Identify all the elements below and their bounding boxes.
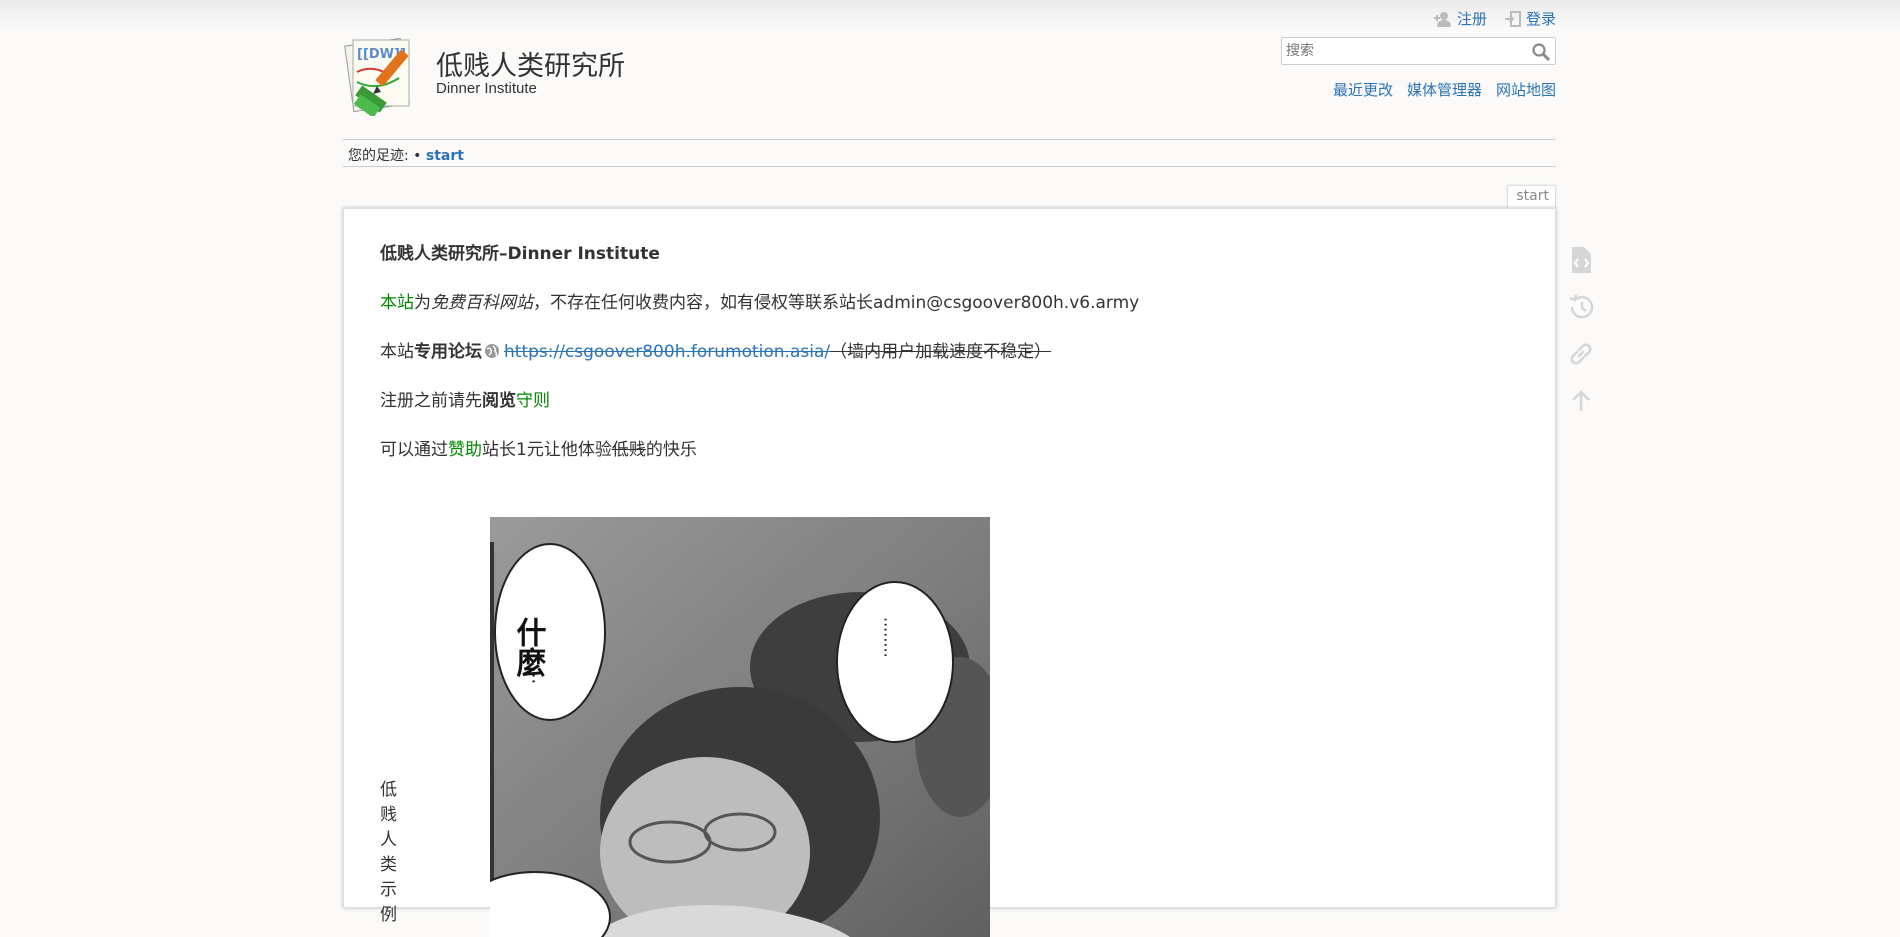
- login-icon: [1504, 10, 1521, 27]
- bubble-left-dots: ...: [528, 667, 549, 684]
- forum-external-link[interactable]: https://csgoover800h.forumotion.asia/: [504, 342, 830, 362]
- p2-note: （墙内用户加载速度不稳定）: [830, 342, 1052, 362]
- image-caption: 低贱人类示例: [380, 780, 397, 925]
- p4-strike: 低贱: [611, 440, 646, 460]
- breadcrumb-label: 您的足迹:: [348, 148, 409, 164]
- paragraph-free-site: 本站为免费百科网站，不存在任何收费内容，如有侵权等联系站长admin@csgoo…: [380, 288, 1139, 313]
- site-title[interactable]: 低贱人类研究所: [436, 44, 625, 83]
- backlinks-button[interactable]: [1566, 339, 1596, 369]
- p4-text3: 的快乐: [645, 440, 697, 460]
- back-to-top-icon: [1572, 390, 1590, 411]
- page-id-tab: start: [1507, 185, 1556, 208]
- p1-italic: 免费百科网站: [431, 293, 533, 313]
- login-label: 登录: [1525, 10, 1556, 28]
- old-revisions-button[interactable]: [1566, 292, 1596, 322]
- breadcrumb-start-link[interactable]: start: [426, 148, 464, 164]
- site-tagline: Dinner Institute: [436, 80, 537, 97]
- wikilink-this-site[interactable]: 本站: [380, 293, 414, 313]
- user-plus-icon: [1433, 11, 1451, 27]
- login-link[interactable]: 登录: [1504, 8, 1556, 29]
- example-photo[interactable]: 什麼 ... ........: [490, 517, 990, 937]
- search-input[interactable]: [1282, 38, 1530, 64]
- breadcrumb-separator: •: [413, 148, 422, 164]
- p3-bold: 阅览: [482, 391, 516, 411]
- breadcrumb: 您的足迹: • start: [348, 145, 464, 165]
- register-link[interactable]: 注册: [1433, 8, 1487, 29]
- paragraph-rules: 注册之前请先阅览守则: [380, 386, 550, 411]
- site-wrapper: [[DW]] 低贱人类研究所 Dinner Institute 注册 登录 搜索…: [343, 0, 1594, 937]
- paragraph-sponsor: 可以通过赞助站长1元让他体验低贱的快乐: [380, 435, 697, 460]
- user-tools: 注册 登录: [1433, 8, 1556, 29]
- page-content: 低贱人类研究所–Dinner Institute 本站为免费百科网站，不存在任何…: [343, 208, 1556, 937]
- dokuwiki-logo[interactable]: [[DW]]: [343, 32, 427, 116]
- site-tools: 最近更改 媒体管理器 网站地图: [1333, 79, 1556, 100]
- bubble-right-dots: ........: [881, 617, 900, 658]
- history-icon: [1569, 294, 1594, 319]
- register-label: 注册: [1456, 10, 1487, 28]
- page-heading: 低贱人类研究所–Dinner Institute: [380, 244, 660, 264]
- p1-text2: ，不存在任何收费内容，如有侵权等联系站长admin@csgoover800h.v…: [533, 293, 1140, 313]
- page-tools: [1566, 245, 1596, 416]
- show-source-button[interactable]: [1566, 245, 1596, 275]
- divider-bottom: [343, 166, 1556, 167]
- source-icon: [1572, 247, 1591, 273]
- paragraph-forum: 本站专用论坛 https://csgoover800h.forumotion.as…: [380, 337, 1051, 362]
- recent-changes-link[interactable]: 最近更改: [1333, 79, 1393, 100]
- sitemap-link[interactable]: 网站地图: [1496, 79, 1556, 100]
- backlinks-icon: [1570, 343, 1592, 365]
- wikilink-rules[interactable]: 守则: [516, 391, 550, 411]
- p4-text1: 可以通过: [380, 440, 448, 460]
- wikilink-sponsor[interactable]: 赞助: [448, 440, 482, 460]
- search-box: [1281, 37, 1556, 65]
- divider-top: [343, 139, 1556, 140]
- back-to-top-button[interactable]: [1566, 386, 1596, 416]
- globe-icon: [485, 344, 499, 358]
- media-manager-link[interactable]: 媒体管理器: [1407, 79, 1482, 100]
- p3-text1: 注册之前请先: [380, 391, 482, 411]
- p1-text1: 为: [414, 293, 431, 313]
- p2-text1: 本站: [380, 342, 414, 362]
- search-icon[interactable]: [1531, 42, 1551, 62]
- p2-bold: 专用论坛: [414, 342, 482, 362]
- p4-text2: 站长1元让他体验: [482, 440, 612, 460]
